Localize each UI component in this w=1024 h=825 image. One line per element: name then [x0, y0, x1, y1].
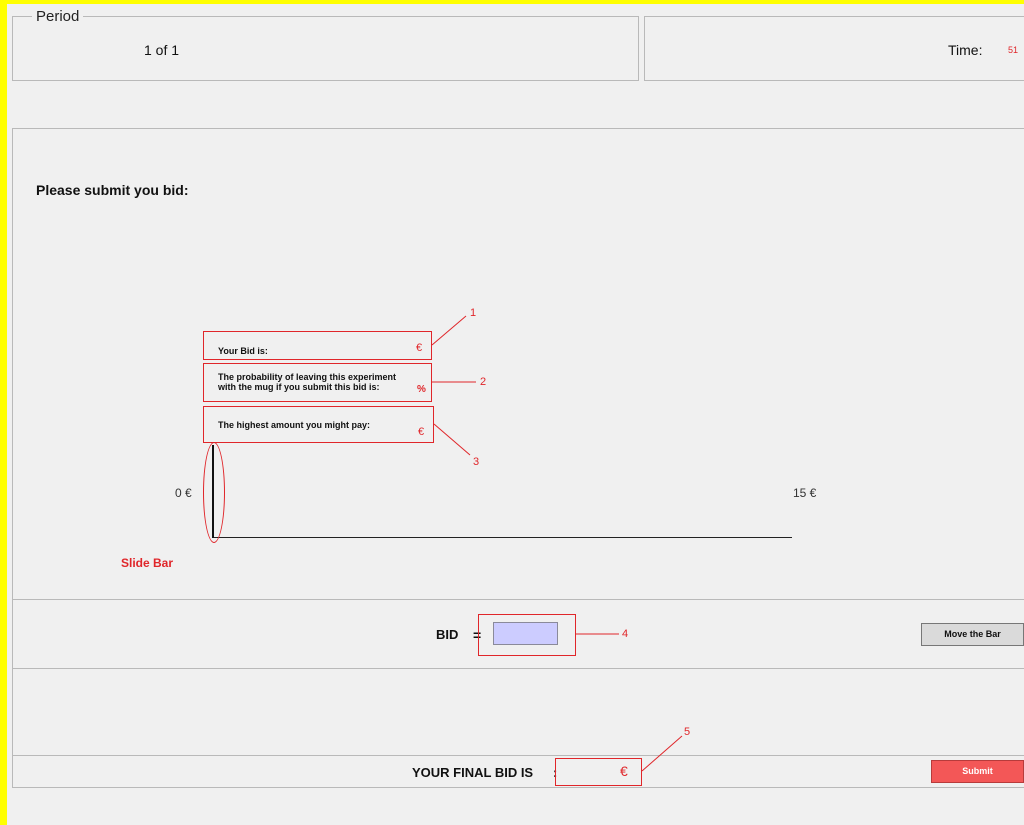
final-bid-value-box: €: [555, 758, 642, 786]
yellow-border-top: [0, 0, 1024, 4]
period-legend: Period: [32, 8, 84, 25]
marker-3: 3: [473, 456, 480, 468]
slider-track: [213, 537, 792, 538]
final-bid-unit: €: [620, 763, 628, 779]
slide-bar-annotation-ellipse: [203, 442, 225, 543]
bid-info-unit: €: [416, 342, 423, 354]
probability-info-label-line2: with the mug if you submit this bid is:: [218, 382, 380, 392]
submit-button[interactable]: Submit: [931, 760, 1024, 783]
highest-pay-info-unit: €: [418, 426, 425, 438]
bid-input[interactable]: [493, 622, 558, 645]
bid-label: BID: [436, 627, 459, 642]
marker-1: 1: [470, 307, 477, 319]
main-panel: [12, 128, 1024, 600]
timer-value: 51: [1008, 45, 1019, 55]
marker-4: 4: [622, 628, 629, 640]
marker-2: 2: [480, 376, 487, 388]
bid-info-label: Your Bid is:: [218, 346, 268, 356]
spacer-panel: [12, 668, 1024, 756]
yellow-border-left: [0, 0, 7, 825]
slider-max-label: 15 €: [793, 486, 817, 500]
probability-info-unit: %: [417, 384, 426, 395]
marker-5: 5: [684, 726, 691, 738]
move-the-bar-button[interactable]: Move the Bar: [921, 623, 1024, 646]
highest-pay-info-box: The highest amount you might pay: €: [203, 406, 434, 443]
period-value: 1 of 1: [144, 42, 180, 58]
prompt-heading: Please submit you bid:: [36, 182, 189, 198]
probability-info-box: The probability of leaving this experime…: [203, 363, 432, 402]
highest-pay-info-label: The highest amount you might pay:: [218, 420, 371, 430]
period-panel: [12, 16, 639, 81]
bid-info-box: Your Bid is: €: [203, 331, 432, 360]
final-bid-label: YOUR FINAL BID IS: [412, 765, 534, 780]
slider-min-label: 0 €: [175, 486, 192, 500]
slide-bar-annotation-label: Slide Bar: [121, 556, 174, 570]
probability-info-label-line1: The probability of leaving this experime…: [218, 372, 397, 382]
timer-label: Time:: [948, 42, 983, 58]
